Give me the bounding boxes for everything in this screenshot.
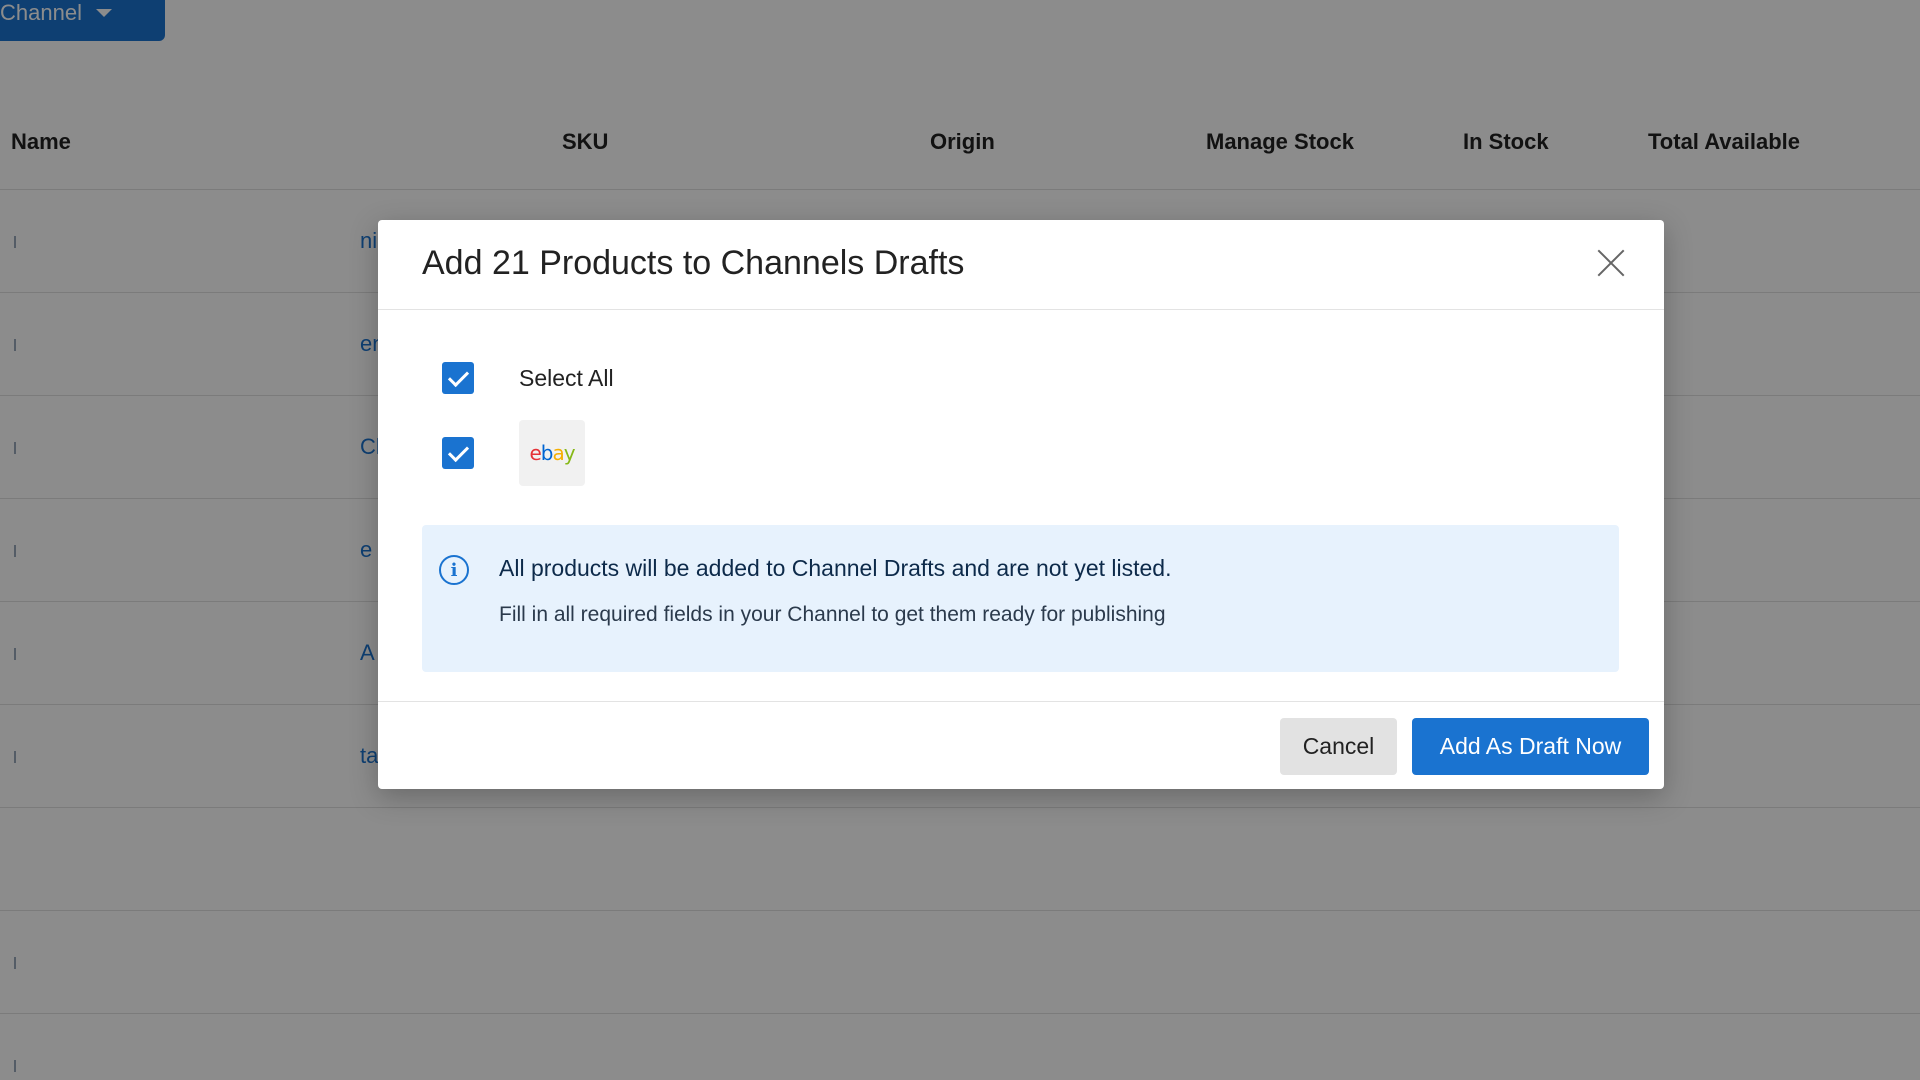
channel-option-ebay[interactable]: ebay bbox=[442, 420, 585, 486]
close-icon[interactable] bbox=[1596, 248, 1626, 278]
checkmark-icon bbox=[447, 440, 469, 462]
select-all-checkbox[interactable] bbox=[442, 362, 474, 394]
info-title: All products will be added to Channel Dr… bbox=[499, 555, 1172, 581]
select-all-option[interactable]: Select All bbox=[442, 362, 614, 394]
dialog-title: Add 21 Products to Channels Drafts bbox=[422, 244, 965, 282]
select-all-label[interactable]: Select All bbox=[519, 365, 614, 392]
add-to-channels-dialog: Add 21 Products to Channels Drafts Selec… bbox=[378, 220, 1664, 789]
add-as-draft-button[interactable]: Add As Draft Now bbox=[1412, 718, 1649, 775]
dialog-footer: Cancel Add As Draft Now bbox=[378, 701, 1664, 789]
info-text: Fill in all required fields in your Chan… bbox=[499, 603, 1166, 626]
info-icon: i bbox=[439, 555, 469, 585]
info-notice: i All products will be added to Channel … bbox=[422, 525, 1619, 672]
ebay-channel-checkbox[interactable] bbox=[442, 437, 474, 469]
dialog-header: Add 21 Products to Channels Drafts bbox=[378, 220, 1664, 310]
ebay-logo: ebay bbox=[519, 420, 585, 486]
cancel-button[interactable]: Cancel bbox=[1280, 718, 1397, 775]
checkmark-icon bbox=[447, 365, 469, 387]
